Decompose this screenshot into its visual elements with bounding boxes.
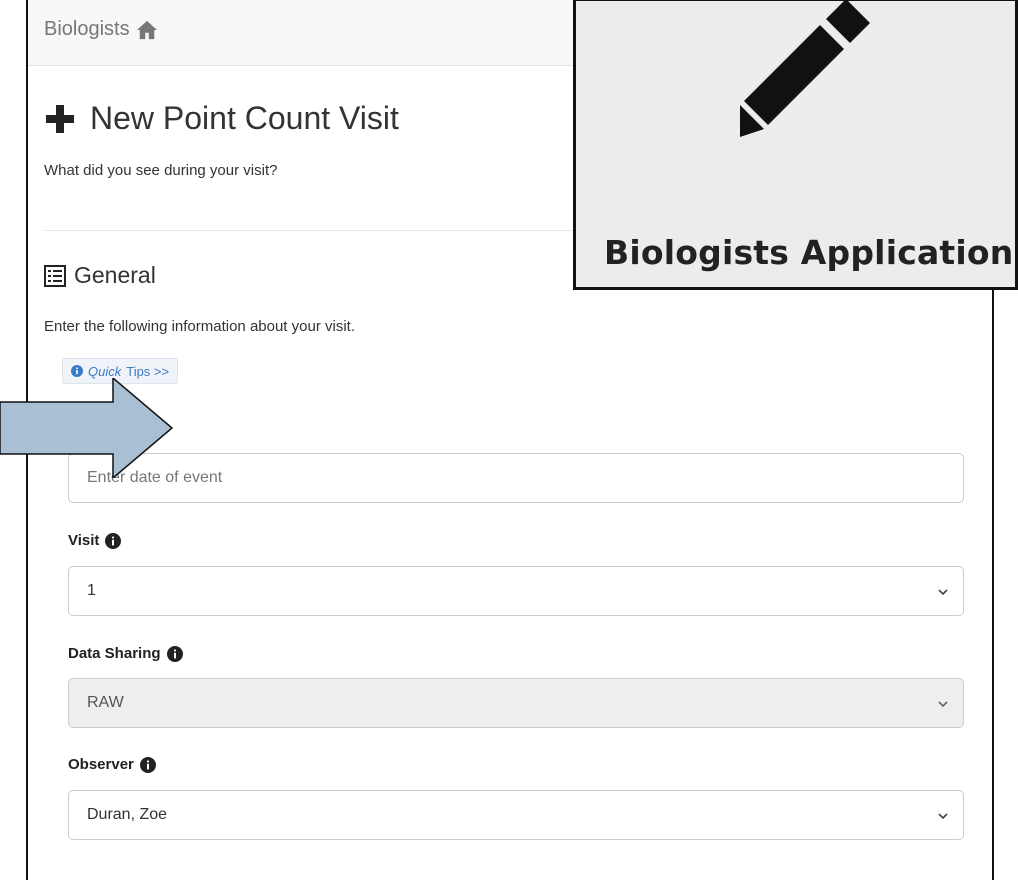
observer-label: Observer [68,756,156,773]
plus-icon [46,104,74,133]
observer-select[interactable]: Duran, Zoe [68,790,964,840]
page-title: New Point Count Visit [44,100,399,137]
info-icon[interactable] [105,532,122,549]
visit-select[interactable]: 1 [68,566,964,616]
list-icon [44,264,66,287]
chevron-down-icon [938,701,948,708]
quick-tips-prefix: Quick [88,363,122,379]
observer-select-value: Duran, Zoe [87,806,168,823]
data-sharing-label: Data Sharing [68,645,183,662]
app-tile: Biologists Application [573,0,1018,290]
visit-label: Visit [68,532,122,549]
visit-label-text: Visit [68,532,100,549]
home-icon [136,20,157,39]
data-sharing-label-text: Data Sharing [68,645,161,662]
info-icon [71,365,83,377]
observer-label-text: Observer [68,756,134,773]
quick-tips-suffix: Tips >> [126,363,170,379]
data-sharing-select-value: RAW [87,694,124,711]
navbar-brand[interactable]: Biologists [44,18,158,41]
arrow-right-icon [0,378,174,478]
chevron-down-icon [938,589,948,596]
section-heading: General [44,262,156,289]
app-name: Biologists Application [604,233,1014,272]
pencil-icon [740,0,870,137]
date-input[interactable] [68,453,964,503]
navbar-brand-label: Biologists [44,18,130,40]
info-icon[interactable] [166,645,183,662]
section-heading-text: General [74,262,156,288]
info-icon[interactable] [139,756,156,773]
page-title-text: New Point Count Visit [90,100,399,136]
visit-select-value: 1 [87,582,96,599]
divider [44,230,574,231]
page-subtitle: What did you see during your visit? [44,162,278,179]
section-description: Enter the following information about yo… [44,318,355,335]
chevron-down-icon [938,813,948,820]
data-sharing-select: RAW [68,678,964,728]
